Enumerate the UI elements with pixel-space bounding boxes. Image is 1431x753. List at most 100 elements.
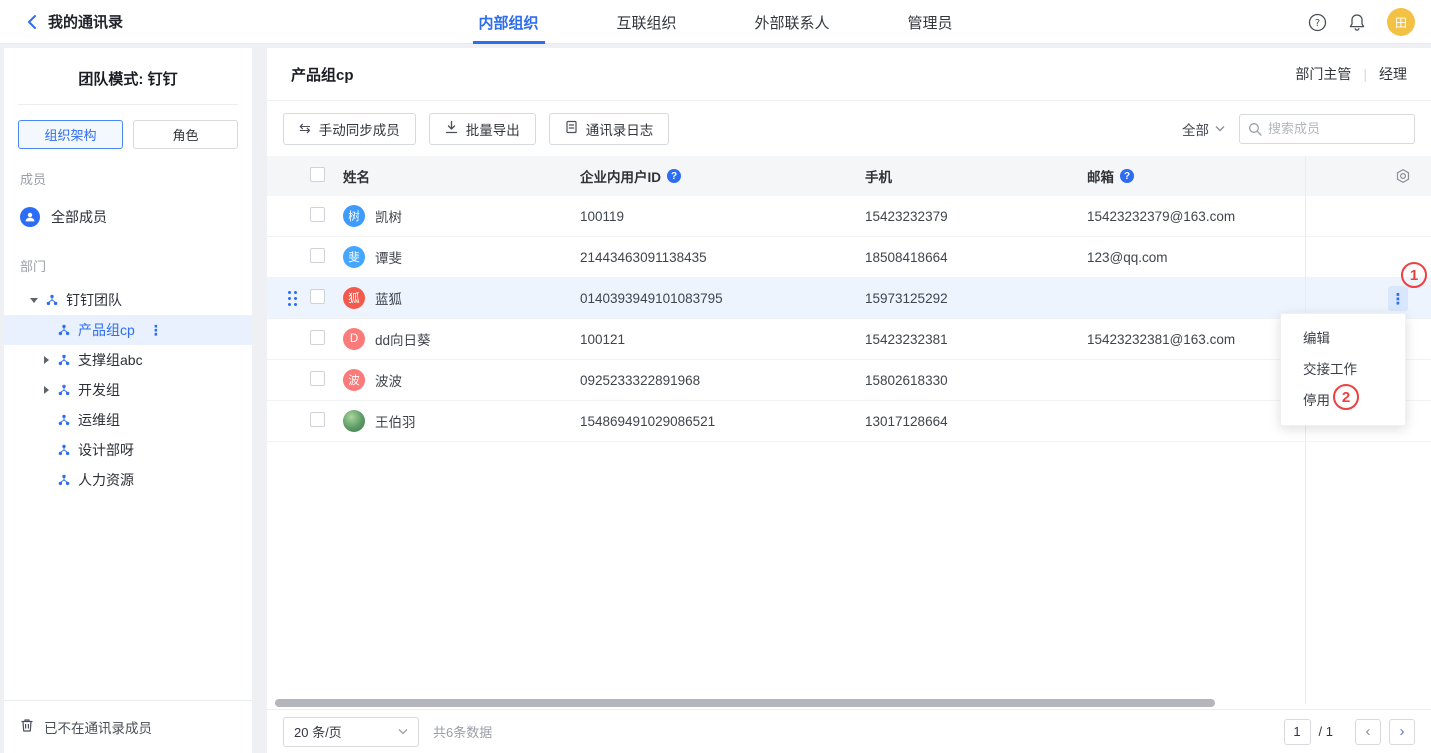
table-row[interactable]: Ddd向日葵 100121 15423232381 15423232381@16…: [267, 319, 1431, 360]
dept-roles: 部门主管 | 经理: [1295, 64, 1407, 84]
sync-icon: ⇆: [299, 120, 311, 137]
user-avatar[interactable]: 田: [1387, 8, 1415, 36]
chevron-down-icon: [398, 728, 408, 735]
row-more-actions-icon[interactable]: ⋮: [1388, 286, 1408, 311]
member-name: 蓝狐: [375, 288, 402, 308]
tab-linked-org[interactable]: 互联组织: [610, 0, 682, 44]
row-checkbox[interactable]: [310, 330, 325, 345]
tree-item-design-dept[interactable]: 设计部呀: [4, 435, 252, 465]
member-user-id: 100119: [580, 209, 624, 224]
tab-internal-org[interactable]: 内部组织: [472, 0, 544, 44]
row-checkbox[interactable]: [310, 248, 325, 263]
table-row[interactable]: 斐谭斐 21443463091138435 18508418664 123@qq…: [267, 237, 1431, 278]
tree-item-hr[interactable]: 人力资源: [4, 465, 252, 495]
tree-item-dev-group[interactable]: 开发组: [4, 375, 252, 405]
department-icon: [58, 414, 70, 426]
manual-sync-button[interactable]: ⇆ 手动同步成员: [283, 113, 416, 145]
svg-text:?: ?: [1314, 18, 1319, 29]
department-icon: [58, 474, 70, 486]
tab-external-contacts[interactable]: 外部联系人: [749, 0, 836, 44]
help-icon[interactable]: ?: [1307, 12, 1327, 32]
column-settings-gear-icon[interactable]: [1395, 168, 1411, 184]
row-checkbox[interactable]: [310, 412, 325, 427]
column-email: 邮箱 ?: [1087, 166, 1134, 186]
caret-right-icon[interactable]: [42, 356, 58, 364]
user-id-help-icon[interactable]: ?: [667, 169, 681, 183]
avatar: D: [343, 328, 365, 350]
tree-item-label: 产品组cp: [78, 320, 135, 340]
tab-admins[interactable]: 管理员: [902, 0, 959, 44]
member-user-id: 0925233322891968: [580, 373, 700, 388]
drag-handle[interactable]: [288, 291, 297, 306]
role-dept-head[interactable]: 部门主管: [1295, 64, 1351, 84]
tree-item-more-icon[interactable]: ⋮: [149, 322, 163, 339]
org-structure-button[interactable]: 组织架构: [18, 120, 123, 149]
back-button[interactable]: 我的通讯录: [0, 11, 123, 32]
table-row[interactable]: 树凯树 100119 15423232379 15423232379@163.c…: [267, 196, 1431, 237]
menu-item-handover[interactable]: 交接工作: [1281, 354, 1405, 385]
department-icon: [58, 324, 70, 336]
department-icon: [46, 294, 58, 306]
role-button[interactable]: 角色: [133, 120, 238, 149]
member-search[interactable]: [1239, 114, 1415, 144]
row-checkbox[interactable]: [310, 289, 325, 304]
email-help-icon[interactable]: ?: [1120, 169, 1134, 183]
next-page-button[interactable]: ›: [1389, 719, 1415, 745]
column-user-id: 企业内用户ID ?: [580, 166, 681, 186]
member-name: 王伯羽: [375, 411, 416, 431]
prev-page-button[interactable]: ‹: [1355, 719, 1381, 745]
sidebar-item-all-members[interactable]: 全部成员: [4, 198, 252, 236]
member-phone: 15973125292: [865, 291, 948, 306]
row-checkbox[interactable]: [310, 371, 325, 386]
member-phone: 15802618330: [865, 373, 948, 388]
table-row[interactable]: 王伯羽 154869491029086521 13017128664: [267, 401, 1431, 442]
tree-item-label: 开发组: [78, 380, 120, 400]
tree-item-support-group[interactable]: 支撑组abc: [4, 345, 252, 375]
table-row-selected[interactable]: 狐蓝狐 0140393949101083795 15973125292 ⋮: [267, 278, 1431, 319]
menu-item-edit[interactable]: 编辑: [1281, 323, 1405, 354]
table-row[interactable]: 波波波 0925233322891968 15802618330: [267, 360, 1431, 401]
tree-item-dingtalk-team[interactable]: 钉钉团队: [4, 285, 252, 315]
horizontal-scrollbar[interactable]: [275, 699, 1215, 707]
search-input[interactable]: [1268, 121, 1398, 136]
page-number-input[interactable]: [1284, 719, 1311, 745]
department-icon: [58, 354, 70, 366]
member-name: dd向日葵: [375, 329, 431, 349]
row-checkbox[interactable]: [310, 207, 325, 222]
members-icon: [20, 207, 40, 227]
tree-item-product-group[interactable]: 产品组cp ⋮: [4, 315, 252, 345]
member-name: 凯树: [375, 206, 402, 226]
total-count-label: 共6条数据: [433, 722, 492, 741]
document-icon: [565, 120, 578, 137]
member-name: 谭斐: [375, 247, 402, 267]
role-separator: |: [1363, 66, 1367, 82]
department-tree: 钉钉团队 产品组cp ⋮ 支撑组abc: [4, 285, 252, 495]
trash-icon: [20, 718, 34, 736]
scope-filter-dropdown[interactable]: 全部: [1182, 119, 1225, 139]
avatar: 斐: [343, 246, 365, 268]
member-user-id: 154869491029086521: [580, 414, 715, 429]
department-title: 产品组cp: [291, 64, 354, 85]
batch-export-button[interactable]: 批量导出: [429, 113, 536, 145]
removed-members-entry[interactable]: 已不在通讯录成员: [4, 700, 252, 753]
member-phone: 15423232379: [865, 209, 948, 224]
column-name: 姓名: [343, 166, 370, 186]
main-panel: 产品组cp 部门主管 | 经理 ⇆ 手动同步成员 批量导出: [267, 48, 1431, 753]
search-icon: [1248, 122, 1262, 136]
caret-down-icon[interactable]: [30, 293, 46, 307]
caret-right-icon[interactable]: [42, 386, 58, 394]
tree-item-label: 人力资源: [78, 470, 134, 490]
tree-item-ops-group[interactable]: 运维组: [4, 405, 252, 435]
select-all-checkbox[interactable]: [310, 167, 325, 182]
table-header: 姓名 企业内用户ID ? 手机 邮箱 ?: [267, 156, 1431, 196]
notification-bell-icon[interactable]: [1347, 12, 1367, 32]
sidebar: 团队模式: 钉钉 组织架构 角色 成员 全部成员 部门 钉钉团队: [4, 48, 252, 753]
member-phone: 18508418664: [865, 250, 948, 265]
department-icon: [58, 444, 70, 456]
members-table: 姓名 企业内用户ID ? 手机 邮箱 ? 树凯树 100119 1542323: [267, 156, 1431, 442]
role-manager[interactable]: 经理: [1379, 64, 1407, 84]
avatar: 树: [343, 205, 365, 227]
contact-log-button[interactable]: 通讯录日志: [549, 113, 670, 145]
page-size-select[interactable]: 20 条/页: [283, 717, 419, 747]
page-title: 我的通讯录: [48, 11, 123, 32]
